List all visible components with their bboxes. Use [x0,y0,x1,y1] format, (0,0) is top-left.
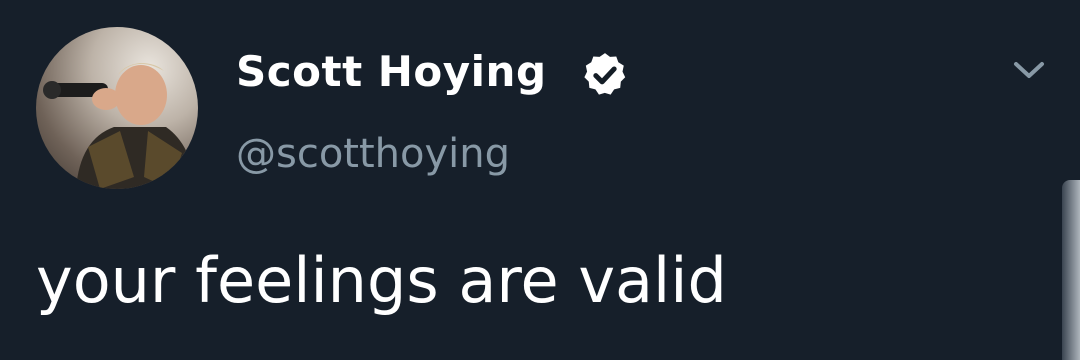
scrollbar[interactable] [1062,180,1080,360]
verified-badge-icon [584,53,626,95]
author-avatar[interactable] [36,27,198,189]
tweet-text: your feelings are valid [36,244,727,317]
author-display-name[interactable]: Scott Hoying [236,44,547,100]
chevron-down-icon[interactable] [1008,52,1050,88]
avatar-photo-icon [43,63,196,189]
tweet-card: Scott Hoying @scotthoying your feelings … [0,0,1080,360]
author-handle[interactable]: @scotthoying [236,128,510,180]
